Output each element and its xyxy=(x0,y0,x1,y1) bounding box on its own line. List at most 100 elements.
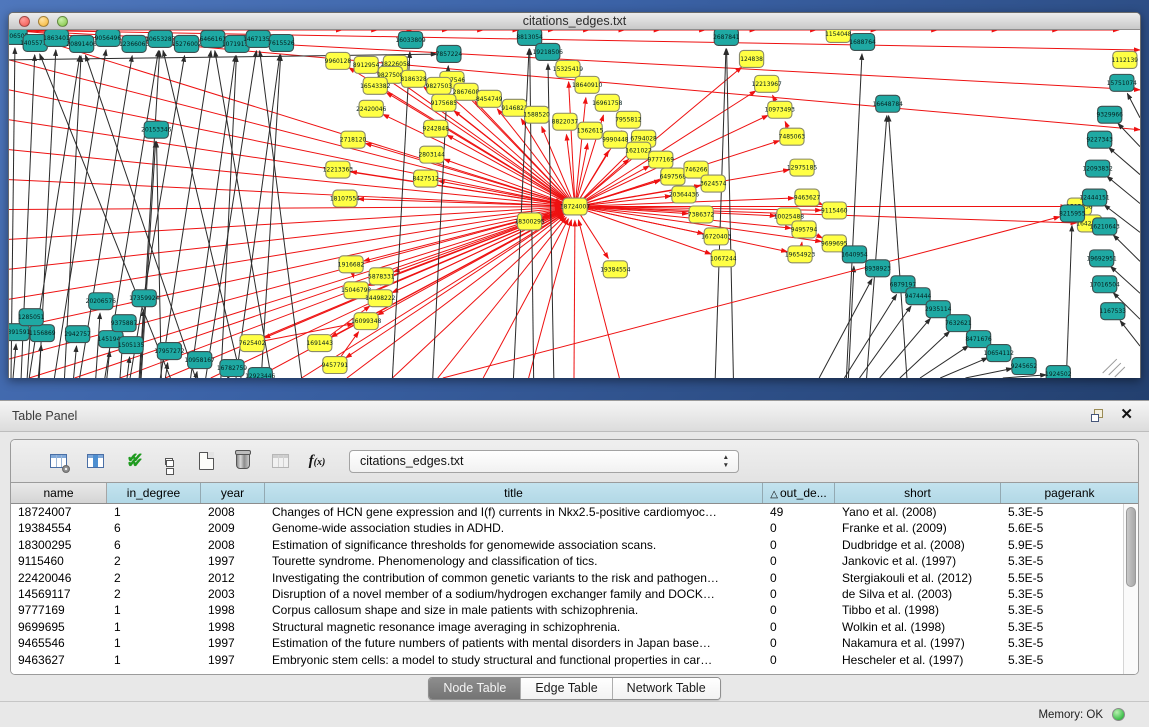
cell-name[interactable]: 22420046 xyxy=(11,570,107,586)
cell-short[interactable]: Tibbo et al. (1998) xyxy=(835,602,1001,618)
citation-edge-black[interactable] xyxy=(900,331,950,378)
cell-in_degree[interactable]: 2 xyxy=(107,570,201,586)
column-header-short[interactable]: short xyxy=(835,483,1001,503)
citation-edge-red[interactable] xyxy=(580,151,609,199)
network-node[interactable]: 9457791 xyxy=(322,357,349,374)
cell-short[interactable]: Stergiakouli et al. (2012) xyxy=(835,570,1001,586)
citation-edge-red[interactable] xyxy=(9,60,561,203)
cell-pagerank[interactable]: 5.3E-5 xyxy=(1001,504,1123,520)
cell-title[interactable]: Corpus callosum shape and size in male p… xyxy=(265,602,763,618)
citation-edge-red[interactable] xyxy=(483,219,568,378)
network-node[interactable]: 1588520 xyxy=(523,106,550,123)
new-column-button[interactable] xyxy=(193,448,219,474)
network-node[interactable]: 1154048 xyxy=(825,30,852,42)
network-node[interactable]: 7632621 xyxy=(945,315,972,332)
cell-title[interactable]: Tourette syndrome. Phenomenology and cla… xyxy=(265,553,763,569)
citation-edge-black[interactable] xyxy=(965,368,1012,378)
cell-year[interactable]: 2008 xyxy=(201,537,265,553)
cell-in_degree[interactable]: 2 xyxy=(107,553,201,569)
network-node[interactable]: 20206576 xyxy=(86,293,116,310)
cell-title[interactable]: Embryonic stem cells: a model to study s… xyxy=(265,652,763,668)
cell-name[interactable]: 18724007 xyxy=(11,504,107,520)
cell-out_de[interactable]: 0 xyxy=(763,520,835,536)
network-node[interactable]: 1362615 xyxy=(577,122,604,139)
cell-in_degree[interactable]: 1 xyxy=(107,619,201,635)
citation-edge-black[interactable] xyxy=(920,346,968,378)
cell-short[interactable]: Hescheler et al. (1997) xyxy=(835,652,1001,668)
cell-name[interactable]: 14569117 xyxy=(11,586,107,602)
window-resize-grip[interactable] xyxy=(1115,367,1125,377)
network-node[interactable]: 1640954 xyxy=(841,246,868,263)
tab-node-table[interactable]: Node Table xyxy=(429,678,520,699)
cell-short[interactable]: Dudbridge et al. (2008) xyxy=(835,537,1001,553)
table-row[interactable]: 977716911998Corpus callosum shape and si… xyxy=(11,602,1123,618)
cell-year[interactable]: 1998 xyxy=(201,602,265,618)
column-header-pagerank[interactable]: pagerank xyxy=(1001,483,1138,503)
citation-edge-black[interactable] xyxy=(880,318,931,378)
table-row[interactable]: 911546021997Tourette syndrome. Phenomeno… xyxy=(11,553,1123,569)
select-all-button[interactable]: ✔✔ xyxy=(119,448,145,474)
cell-pagerank[interactable]: 5.3E-5 xyxy=(1001,553,1123,569)
network-node[interactable]: 9960128 xyxy=(325,52,352,69)
network-node[interactable]: 20891406 xyxy=(67,35,97,52)
network-node[interactable]: 22420046 xyxy=(356,100,386,117)
cell-name[interactable]: 9465546 xyxy=(11,635,107,651)
network-node[interactable]: 8215955 xyxy=(1059,205,1086,222)
cell-name[interactable]: 9463627 xyxy=(11,652,107,668)
network-node[interactable]: 9495794 xyxy=(791,221,818,238)
citation-edge-black[interactable] xyxy=(1118,123,1140,146)
network-node[interactable]: 9245652 xyxy=(1011,358,1038,375)
citation-edge-red[interactable] xyxy=(9,209,561,299)
citation-edge-red[interactable] xyxy=(353,273,354,277)
column-header-in_degree[interactable]: in_degree xyxy=(107,483,201,503)
table-row[interactable]: 2242004622012Investigating the contribut… xyxy=(11,570,1123,586)
citation-edge-black[interactable] xyxy=(1066,225,1072,378)
cell-out_de[interactable]: 0 xyxy=(763,635,835,651)
network-node[interactable]: 9329966 xyxy=(1096,106,1123,123)
network-node[interactable]: 1916682 xyxy=(338,256,365,273)
network-node[interactable]: 5878331 xyxy=(368,268,395,285)
citation-edge-black[interactable] xyxy=(130,56,185,378)
network-node[interactable]: 16099348 xyxy=(351,313,381,330)
network-node[interactable]: 12975185 xyxy=(787,159,817,176)
cell-year[interactable]: 2012 xyxy=(201,570,265,586)
cell-pagerank[interactable]: 5.3E-5 xyxy=(1001,586,1123,602)
float-panel-icon[interactable] xyxy=(1091,409,1105,423)
citation-edge-black[interactable] xyxy=(261,55,280,378)
citation-edge-red[interactable] xyxy=(444,159,566,203)
cell-name[interactable]: 18300295 xyxy=(11,537,107,553)
cell-title[interactable]: Disruption of a novel member of a sodium… xyxy=(265,586,763,602)
network-node[interactable]: 9242848 xyxy=(423,120,450,137)
citation-edge-black[interactable] xyxy=(819,279,872,378)
cell-name[interactable]: 9699695 xyxy=(11,619,107,635)
network-node[interactable]: 9175685 xyxy=(431,94,458,111)
network-node[interactable]: 16648784 xyxy=(873,95,903,112)
table-selector-dropdown[interactable]: citations_edges.txt ▲▼ xyxy=(349,450,739,473)
network-node[interactable]: 18300295 xyxy=(514,213,544,230)
cell-short[interactable]: de Silva et al. (2003) xyxy=(835,586,1001,602)
network-node[interactable]: 12444151 xyxy=(1079,189,1109,206)
cell-title[interactable]: Investigating the contribution of common… xyxy=(265,570,763,586)
column-header-out_de[interactable]: △out_de... xyxy=(763,483,835,503)
network-node[interactable]: 15276002 xyxy=(171,35,201,52)
citation-edge-red[interactable] xyxy=(340,332,358,358)
network-node[interactable]: 9827503 xyxy=(426,77,453,94)
network-node[interactable]: 7625402 xyxy=(239,335,266,352)
cell-out_de[interactable]: 0 xyxy=(763,602,835,618)
citation-edge-red[interactable] xyxy=(9,207,561,239)
citation-edge-black[interactable] xyxy=(1109,148,1140,175)
network-node[interactable]: 8454749 xyxy=(476,90,503,107)
cell-out_de[interactable]: 49 xyxy=(763,504,835,520)
cell-name[interactable]: 9115460 xyxy=(11,553,107,569)
citation-edge-red[interactable] xyxy=(583,166,649,202)
network-node[interactable]: 8427512 xyxy=(412,170,439,187)
cell-year[interactable]: 1997 xyxy=(201,652,265,668)
network-node[interactable]: 8938923 xyxy=(864,260,891,277)
cell-out_de[interactable]: 0 xyxy=(763,537,835,553)
citation-edge-black[interactable] xyxy=(74,346,77,378)
cell-in_degree[interactable]: 1 xyxy=(107,504,201,520)
cell-title[interactable]: Estimation of significance thresholds fo… xyxy=(265,537,763,553)
citation-edge-black[interactable] xyxy=(392,52,410,378)
network-node[interactable]: 9777169 xyxy=(648,151,675,168)
citation-edge-red[interactable] xyxy=(443,217,1060,378)
